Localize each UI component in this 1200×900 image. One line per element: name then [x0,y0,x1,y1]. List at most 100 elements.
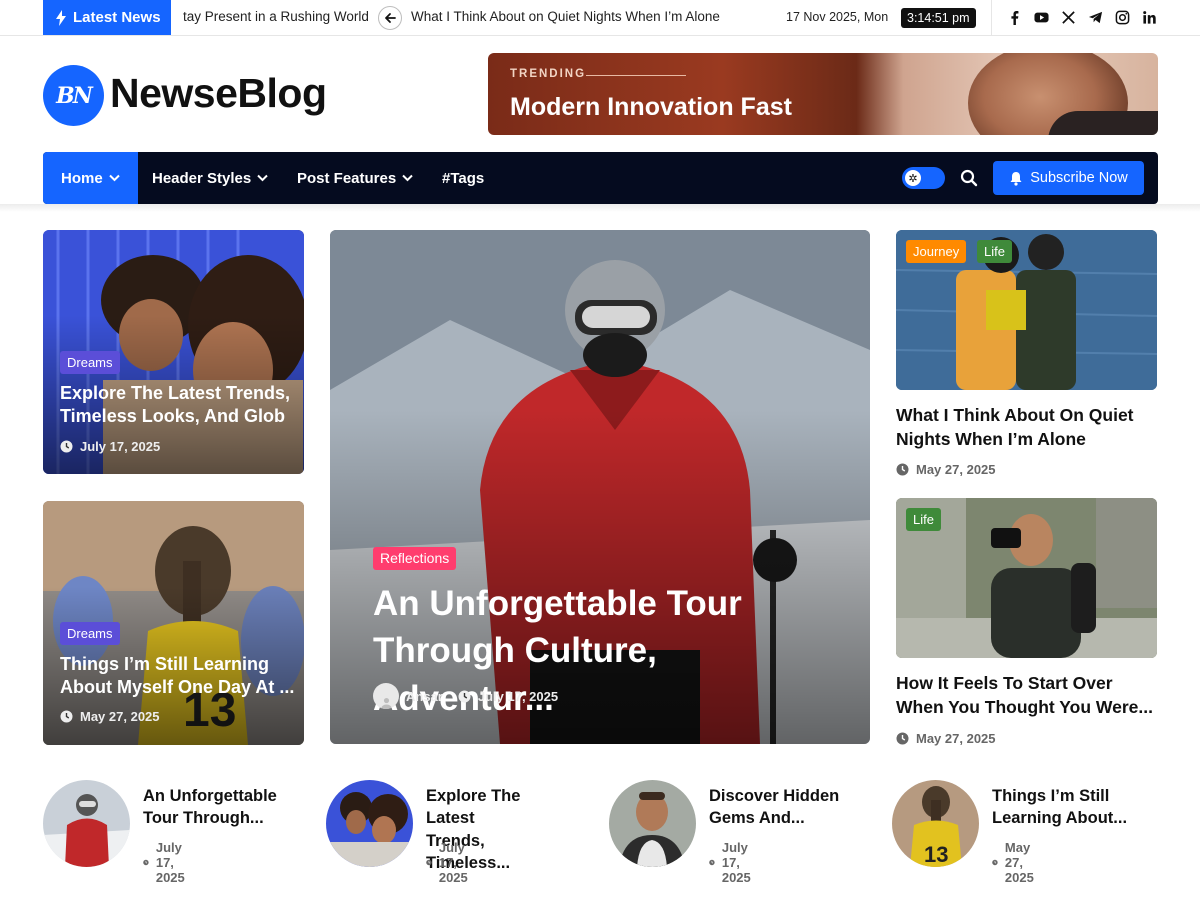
category-tag[interactable]: Reflections [373,547,457,570]
banner-person-shirt [1048,111,1158,135]
clock-icon [992,859,998,866]
post-title[interactable]: Things I’m Still Learning About... [992,785,1132,830]
author-avatar[interactable] [373,683,399,709]
search-icon[interactable] [960,169,978,187]
post-date: July 17, 2025 [155,840,185,885]
featured-post-card[interactable]: Reflections An Unforgettable Tour Throug… [330,230,870,744]
post-meta: July 17, 2025 [143,840,192,885]
post-title[interactable]: Explore The Latest Trends, Timeless Look… [60,382,295,429]
nav-item-label: Home [61,169,103,187]
post-card[interactable]: 13 Dreams Things I’m Still Learning Abou… [43,501,304,745]
post-image: 13 [892,780,979,867]
chevron-down-icon [402,174,413,182]
post-title-line: Tour Through... [143,809,264,828]
x-icon[interactable] [1060,8,1076,26]
arrow-left-icon [385,13,396,23]
latest-news-badge[interactable]: Latest News [43,0,171,35]
ticker-current-headline[interactable]: What I Think About on Quiet Nights When … [411,9,720,24]
linkedin-icon[interactable] [1141,8,1157,26]
post-date: May 27, 2025 [80,709,160,724]
post-meta: May 27, 2025 [896,462,996,477]
subscribe-button[interactable]: Subscribe Now [993,161,1144,195]
post-title-line: Discover Hidden [709,787,840,805]
nav-item-label: Header Styles [152,169,252,187]
sun-icon: ✲ [905,170,921,186]
trending-banner[interactable]: TRENDING Modern Innovation Fast [488,53,1158,135]
post-title-line: When You Thought You Were... [896,696,1153,717]
category-tag[interactable]: Dreams [60,622,120,645]
main-navigation: Home Header Styles Post Features #Tags ✲… [43,152,1158,204]
facebook-icon[interactable] [1006,8,1022,26]
post-thumbnail[interactable] [326,780,413,867]
post-title-line: Things I’m Still [992,787,1110,805]
clock-icon [458,690,471,702]
ticker-prev-button[interactable] [378,6,402,30]
post-date: July 17, 2025 [438,840,468,885]
social-links [1006,8,1157,26]
top-bar: Latest News tay Present in a Rushing Wor… [0,0,1200,36]
chevron-down-icon [108,174,120,182]
nav-item-header-styles[interactable]: Header Styles [152,152,268,204]
clock-icon [896,732,909,745]
category-tag[interactable]: Life [906,508,941,531]
post-title-line: Timeless Looks, And Glob [60,406,286,427]
post-thumbnail[interactable] [43,780,130,867]
post-meta: May 27, 2025 [992,840,1041,885]
clock-icon [709,859,715,866]
post-card[interactable]: Dreams Explore The Latest Trends, Timele… [43,230,304,474]
site-logo-mark[interactable]: BN [43,65,104,126]
nav-item-post-features[interactable]: Post Features [297,152,413,204]
post-title[interactable]: How It Feels To Start Over When You Thou… [896,672,1158,720]
instagram-icon[interactable] [1114,8,1130,26]
logo-initials: BN [56,82,93,109]
subscribe-label: Subscribe Now [1030,170,1128,186]
clock-icon [60,710,73,723]
post-date: July 17, 2025 [721,840,751,885]
author-name[interactable]: Ansar [406,689,443,704]
post-title-line: What I Think About On Quiet [896,405,1134,425]
category-tag[interactable]: Life [977,240,1012,263]
post-thumbnail[interactable]: Life [896,498,1157,658]
current-time: 3:14:51 pm [901,8,976,28]
site-name[interactable]: NewseBlog [110,70,327,117]
post-title-line: About Myself One Day At ... [60,677,295,698]
post-title-line: Learning About... [992,809,1128,828]
post-title[interactable]: An Unforgettable Tour Through... [143,785,283,830]
post-title[interactable]: Things I’m Still Learning About Myself O… [60,653,300,700]
nav-item-label: #Tags [442,169,485,187]
post-date: May 27, 2025 [1004,840,1034,885]
user-icon [380,697,392,709]
post-image [609,780,696,867]
ticker-prev-headline[interactable]: tay Present in a Rushing World [183,9,369,24]
trending-label: TRENDING [510,68,587,80]
post-thumbnail[interactable] [609,780,696,867]
post-image [43,780,130,867]
telegram-icon[interactable] [1087,8,1103,26]
category-tag[interactable]: Journey [906,240,967,263]
post-title-line: Explore The Latest [426,787,521,828]
post-meta: May 27, 2025 [896,731,996,746]
nav-item-tags[interactable]: #Tags [442,152,484,204]
post-title-line: Nights When I’m Alone [896,428,1086,449]
post-thumbnail[interactable]: 13 [892,780,979,867]
post-title[interactable]: What I Think About On Quiet Nights When … [896,404,1158,452]
dark-mode-toggle[interactable]: ✲ [902,167,945,189]
trending-title: Modern Innovation Fast [510,93,792,121]
current-date: 17 Nov 2025, Mon [786,10,889,24]
clock-icon [143,859,149,866]
post-date: July 17, 2025 [477,688,559,704]
post-title-line: Gems And... [709,809,805,828]
post-title-line: An Unforgettable [143,787,277,805]
nav-item-home[interactable]: Home [43,152,138,204]
post-date: May 27, 2025 [916,731,996,746]
post-title[interactable]: Discover Hidden Gems And... [709,785,849,830]
category-tag[interactable]: Dreams [60,351,120,374]
clock-icon [896,463,909,476]
post-title-line: How It Feels To Start Over [896,673,1113,693]
youtube-icon[interactable] [1033,8,1049,26]
clock-icon [60,440,73,453]
post-date: May 27, 2025 [916,462,996,477]
bolt-icon [56,9,66,26]
post-thumbnail[interactable]: Journey Life [896,230,1157,390]
post-title-line: Things I’m Still Learning [60,654,270,674]
